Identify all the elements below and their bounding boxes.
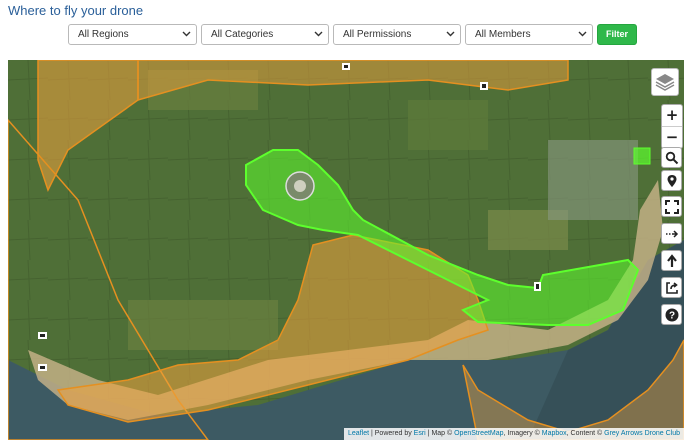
fullscreen-icon — [665, 200, 679, 214]
caravan-park — [548, 140, 638, 220]
route-button[interactable] — [661, 223, 682, 244]
zoom-in-button[interactable]: + — [662, 105, 682, 126]
esri-link[interactable]: Esri — [414, 430, 426, 437]
field-patch — [408, 100, 488, 150]
mapbox-link[interactable]: Mapbox — [542, 430, 567, 437]
layers-icon — [655, 74, 675, 91]
chevron-down-icon — [182, 31, 191, 37]
marker-icon[interactable] — [38, 364, 47, 371]
filter-button[interactable]: Filter — [597, 24, 638, 45]
arrow-right-icon — [666, 230, 679, 238]
club-link[interactable]: Grey Arrows Drone Club — [604, 430, 680, 437]
osm-link[interactable]: OpenStreetMap — [454, 430, 503, 437]
field-patch — [128, 300, 278, 350]
map-attribution: Leaflet | Powered by Esri | Map © OpenSt… — [344, 428, 684, 440]
attribution-text: | Map © — [425, 430, 455, 437]
share-icon — [666, 282, 678, 294]
help-icon: ? — [665, 308, 679, 322]
help-button[interactable]: ? — [661, 304, 682, 325]
chevron-down-icon — [314, 31, 323, 37]
page-title: Where to fly your drone — [8, 3, 144, 18]
regions-select[interactable]: All Regions — [68, 24, 197, 45]
zoom-out-button[interactable]: − — [662, 126, 682, 148]
marker-icon[interactable] — [342, 63, 350, 70]
attribution-text: , Content © — [566, 430, 605, 437]
filter-bar: All Regions All Categories All Permissio… — [68, 24, 638, 45]
regions-select-value: All Regions — [78, 29, 129, 40]
marker-icon[interactable] — [480, 82, 488, 90]
map-canvas[interactable] — [8, 60, 684, 440]
layers-button[interactable] — [651, 68, 679, 96]
permissions-select[interactable]: All Permissions — [333, 24, 461, 45]
zoom-control: + − — [661, 104, 683, 149]
chevron-down-icon — [578, 31, 587, 37]
map-view[interactable]: + − ? Leaflet | Powered by Esri | Map © … — [8, 60, 684, 440]
fort-center — [294, 180, 306, 192]
categories-select-value: All Categories — [211, 29, 274, 40]
fullscreen-button[interactable] — [661, 196, 682, 217]
members-select-value: All Members — [475, 29, 531, 40]
svg-text:?: ? — [669, 311, 675, 322]
chevron-down-icon — [446, 31, 455, 37]
leaflet-link[interactable]: Leaflet — [348, 430, 369, 437]
categories-select[interactable]: All Categories — [201, 24, 329, 45]
marker-icon[interactable] — [534, 282, 541, 291]
permitted-zone-small[interactable] — [633, 147, 651, 165]
members-select[interactable]: All Members — [465, 24, 593, 45]
attribution-text: , Imagery © — [503, 430, 542, 437]
permissions-select-value: All Permissions — [343, 29, 412, 40]
upload-button[interactable] — [661, 250, 682, 271]
arrow-up-icon — [667, 254, 677, 267]
search-button[interactable] — [661, 147, 682, 168]
attribution-text: | Powered by — [369, 430, 414, 437]
search-icon — [665, 151, 679, 165]
marker-icon[interactable] — [38, 332, 47, 339]
share-button[interactable] — [661, 277, 682, 298]
locate-button[interactable] — [661, 170, 682, 191]
location-pin-icon — [667, 175, 677, 187]
